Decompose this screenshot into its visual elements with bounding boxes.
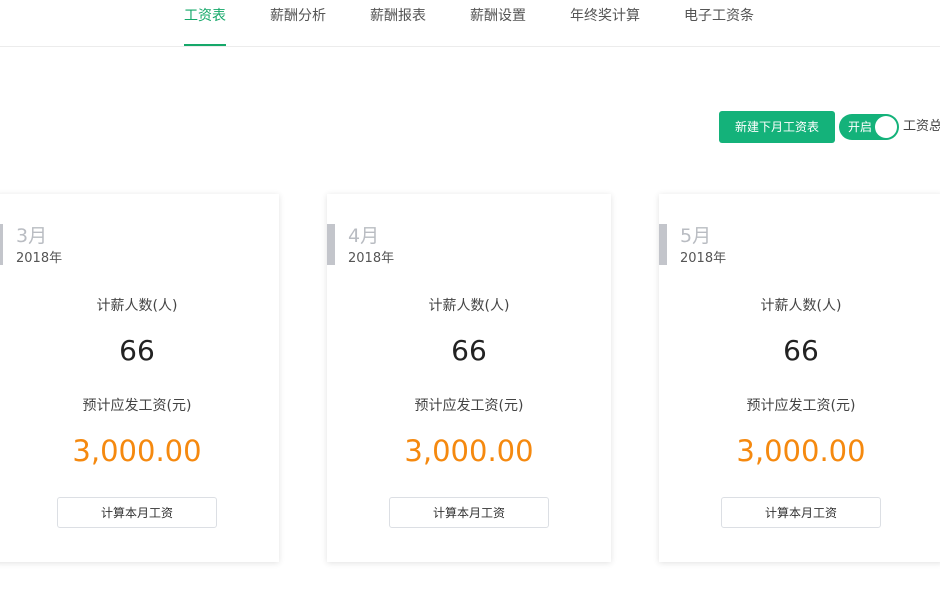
toggle-label: 工资总 xyxy=(903,119,940,134)
toggle-state-text: 开启 xyxy=(848,120,873,134)
card-year: 2018年 xyxy=(680,251,727,266)
estimated-salary-value: 3,000.00 xyxy=(404,434,534,468)
payroll-card-april: 4月 2018年 计薪人数(人) 66 预计应发工资(元) 3,000.00 计… xyxy=(327,194,611,562)
payroll-card-may: 5月 2018年 计薪人数(人) 66 预计应发工资(元) 3,000.00 计… xyxy=(659,194,940,562)
toggle-knob xyxy=(875,116,897,138)
headcount-label: 计薪人数(人) xyxy=(96,298,178,314)
calculate-salary-button[interactable]: 计算本月工资 xyxy=(721,497,881,528)
new-next-month-payroll-button[interactable]: 新建下月工资表 xyxy=(719,111,835,143)
headcount-value: 66 xyxy=(783,334,819,367)
tab-salary-analysis[interactable]: 薪酬分析 xyxy=(270,0,326,46)
tab-salary-settings[interactable]: 薪酬设置 xyxy=(470,0,526,46)
card-year: 2018年 xyxy=(348,251,395,266)
tab-salary-reports[interactable]: 薪酬报表 xyxy=(370,0,426,46)
estimated-salary-label: 预计应发工资(元) xyxy=(746,398,856,414)
headcount-label: 计薪人数(人) xyxy=(428,298,510,314)
headcount-value: 66 xyxy=(451,334,487,367)
card-month: 3月 xyxy=(16,225,48,247)
estimated-salary-value: 3,000.00 xyxy=(72,434,202,468)
card-year: 2018年 xyxy=(16,251,63,266)
month-marker xyxy=(659,224,667,265)
calculate-salary-button[interactable]: 计算本月工资 xyxy=(389,497,549,528)
headcount-value: 66 xyxy=(119,334,155,367)
month-marker xyxy=(327,224,335,265)
tab-e-payslip[interactable]: 电子工资条 xyxy=(684,0,754,46)
card-month: 4月 xyxy=(348,225,380,247)
payroll-total-toggle[interactable]: 开启 xyxy=(839,114,899,140)
estimated-salary-label: 预计应发工资(元) xyxy=(82,398,192,414)
payroll-card-march: 3月 2018年 计薪人数(人) 66 预计应发工资(元) 3,000.00 计… xyxy=(0,194,279,562)
headcount-label: 计薪人数(人) xyxy=(760,298,842,314)
card-month: 5月 xyxy=(680,225,712,247)
estimated-salary-label: 预计应发工资(元) xyxy=(414,398,524,414)
tab-year-end-bonus[interactable]: 年终奖计算 xyxy=(570,0,640,46)
tab-payroll-sheet[interactable]: 工资表 xyxy=(184,0,226,46)
top-tab-bar: 工资表 薪酬分析 薪酬报表 薪酬设置 年终奖计算 电子工资条 xyxy=(0,0,940,47)
month-marker xyxy=(0,224,3,265)
calculate-salary-button[interactable]: 计算本月工资 xyxy=(57,497,217,528)
estimated-salary-value: 3,000.00 xyxy=(736,434,866,468)
